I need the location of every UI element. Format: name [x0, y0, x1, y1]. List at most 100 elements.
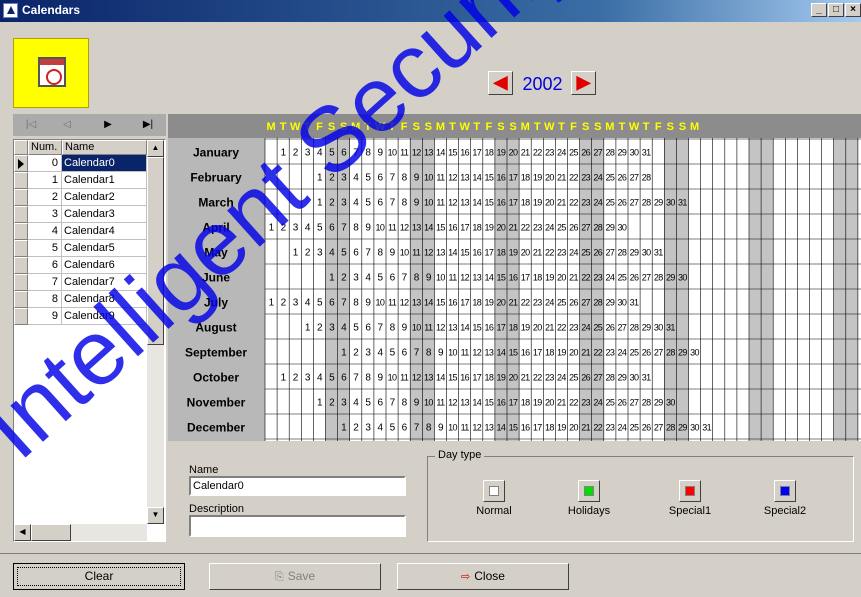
day-cell[interactable]: 29 — [654, 398, 664, 408]
day-cell[interactable]: 14 — [424, 298, 434, 308]
day-cell[interactable]: 25 — [593, 323, 603, 333]
day-cell[interactable]: 31 — [678, 198, 688, 208]
day-cell[interactable]: 29 — [618, 373, 628, 383]
day-cell[interactable]: 18 — [472, 223, 482, 233]
normal-swatch-button[interactable] — [483, 480, 505, 502]
day-cell[interactable]: 28 — [654, 273, 664, 283]
day-cell[interactable]: 24 — [557, 148, 567, 158]
description-field[interactable] — [189, 515, 406, 537]
day-cell[interactable]: 18 — [521, 398, 531, 408]
day-cell[interactable]: 21 — [533, 248, 543, 258]
day-cell[interactable]: 24 — [569, 248, 579, 258]
day-cell[interactable]: 31 — [630, 298, 640, 308]
day-cell[interactable]: 13 — [436, 248, 446, 258]
day-cell[interactable]: 19 — [521, 323, 531, 333]
day-cell[interactable]: 14 — [484, 273, 494, 283]
day-cell[interactable]: 14 — [472, 198, 482, 208]
day-cell[interactable]: 12 — [424, 248, 434, 258]
day-cell[interactable]: 20 — [533, 323, 543, 333]
day-cell[interactable]: 23 — [557, 248, 567, 258]
day-cell[interactable]: 27 — [593, 148, 603, 158]
scroll-thumb[interactable] — [147, 157, 164, 345]
calendar-row[interactable]: 8 Calendar8 — [14, 291, 147, 308]
day-cell[interactable]: 19 — [509, 248, 519, 258]
day-cell[interactable]: 23 — [533, 298, 543, 308]
day-cell[interactable]: 31 — [642, 373, 652, 383]
day-cell[interactable]: 27 — [618, 323, 628, 333]
day-cell[interactable]: 21 — [521, 373, 531, 383]
day-cell[interactable]: 16 — [497, 173, 507, 183]
day-cell[interactable]: 21 — [581, 348, 591, 358]
day-cell[interactable]: 18 — [484, 373, 494, 383]
day-cell[interactable]: 16 — [521, 423, 531, 433]
row-indicator[interactable] — [14, 308, 28, 325]
calendar-name-cell[interactable]: Calendar4 — [62, 223, 147, 240]
day-cell[interactable]: 29 — [678, 423, 688, 433]
day-cell[interactable]: 23 — [581, 173, 591, 183]
day-cell[interactable]: 28 — [593, 298, 603, 308]
day-cell[interactable]: 13 — [448, 323, 458, 333]
calendar-name-cell[interactable]: Calendar5 — [62, 240, 147, 257]
day-type-holidays[interactable]: Holidays — [549, 480, 629, 517]
calendar-row[interactable]: 6 Calendar6 — [14, 257, 147, 274]
day-cell[interactable]: 11 — [400, 148, 409, 158]
day-cell[interactable]: 19 — [484, 223, 494, 233]
last-record-button[interactable]: ▶| — [130, 114, 166, 136]
day-cell[interactable]: 30 — [618, 298, 628, 308]
day-cell[interactable]: 12 — [400, 223, 410, 233]
day-cell[interactable]: 20 — [569, 348, 579, 358]
day-cell[interactable]: 15 — [509, 423, 519, 433]
day-cell[interactable]: 24 — [581, 323, 591, 333]
day-cell[interactable]: 21 — [569, 273, 579, 283]
day-cell[interactable]: 27 — [581, 298, 591, 308]
day-cell[interactable]: 24 — [545, 298, 555, 308]
day-cell[interactable]: 25 — [569, 148, 579, 158]
day-cell[interactable]: 28 — [666, 348, 676, 358]
day-cell[interactable]: 18 — [497, 248, 507, 258]
day-cell[interactable]: 26 — [618, 173, 628, 183]
calendar-row[interactable]: 4 Calendar4 — [14, 223, 147, 240]
day-cell[interactable]: 26 — [642, 423, 652, 433]
calendar-num-cell[interactable]: 7 — [28, 274, 62, 291]
day-cell[interactable]: 12 — [460, 273, 470, 283]
day-cell[interactable]: 17 — [509, 198, 519, 208]
day-cell[interactable]: 21 — [557, 173, 567, 183]
day-cell[interactable]: 21 — [557, 398, 567, 408]
day-cell[interactable]: 11 — [461, 423, 470, 433]
day-cell[interactable]: 30 — [630, 148, 640, 158]
day-cell[interactable]: 18 — [545, 423, 555, 433]
calendar-row[interactable]: 7 Calendar7 — [14, 274, 147, 291]
day-cell[interactable]: 14 — [460, 323, 470, 333]
day-cell[interactable]: 13 — [460, 173, 470, 183]
day-cell[interactable]: 26 — [618, 198, 628, 208]
special2-swatch-button[interactable] — [774, 480, 796, 502]
day-cell[interactable]: 13 — [424, 373, 434, 383]
day-cell[interactable]: 26 — [618, 398, 628, 408]
day-cell[interactable]: 26 — [642, 348, 652, 358]
row-indicator[interactable] — [14, 257, 28, 274]
day-cell[interactable]: 22 — [593, 348, 603, 358]
day-cell[interactable]: 11 — [412, 248, 421, 258]
row-indicator[interactable] — [14, 206, 28, 223]
calendar-name-cell[interactable]: Calendar1 — [62, 172, 147, 189]
day-cell[interactable]: 13 — [484, 423, 494, 433]
day-cell[interactable]: 31 — [666, 323, 676, 333]
day-cell[interactable]: 11 — [461, 348, 470, 358]
day-cell[interactable]: 28 — [605, 373, 615, 383]
day-cell[interactable]: 20 — [545, 198, 555, 208]
year-calendar-grid[interactable]: M T W T F S S M T W T F S S M T W T F S S M T W T F S S M T W T F S S MJanu… — [168, 114, 861, 441]
day-cell[interactable]: 18 — [533, 273, 543, 283]
scroll-down-icon[interactable]: ▼ — [147, 507, 164, 524]
calendar-row[interactable]: 2 Calendar2 — [14, 189, 147, 206]
day-cell[interactable]: 23 — [581, 398, 591, 408]
day-cell[interactable]: 29 — [654, 198, 664, 208]
clear-button[interactable]: Clear — [13, 563, 185, 590]
day-cell[interactable]: 25 — [605, 398, 615, 408]
next-record-button[interactable]: ▶ — [90, 114, 126, 136]
day-cell[interactable]: 15 — [448, 373, 458, 383]
day-cell[interactable]: 23 — [581, 198, 591, 208]
day-cell[interactable]: 17 — [509, 173, 519, 183]
day-cell[interactable]: 21 — [581, 423, 591, 433]
day-cell[interactable]: 14 — [497, 423, 507, 433]
day-cell[interactable]: 13 — [460, 398, 470, 408]
